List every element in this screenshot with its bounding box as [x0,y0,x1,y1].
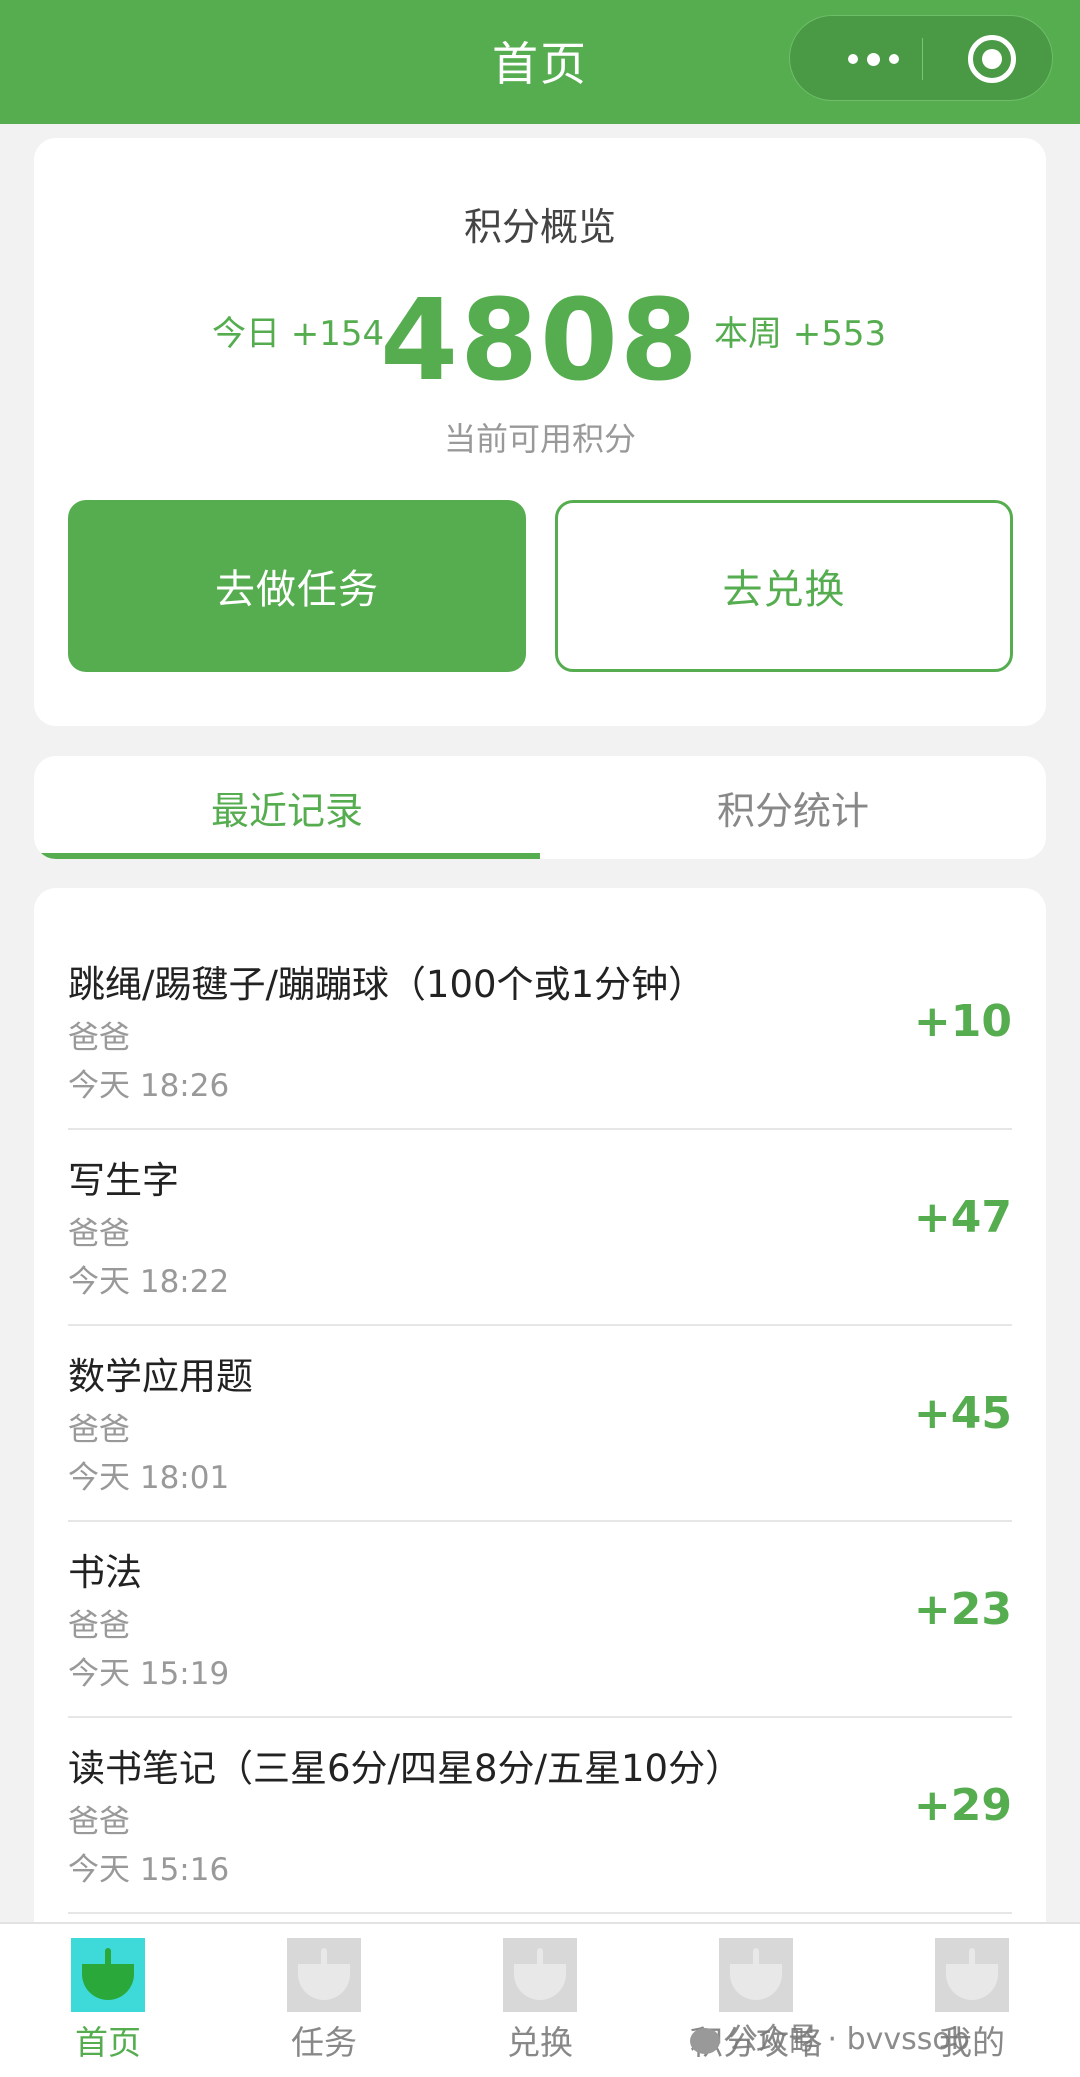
tabbar-item-tasks[interactable]: 任务 [216,1924,432,2077]
record-title: 跳绳/踢毽子/蹦蹦球（100个或1分钟） [68,963,706,1006]
capsule-divider [922,38,923,80]
overview-title: 积分概览 [463,205,616,249]
record-author: 爸爸 [68,1216,130,1252]
close-target-icon[interactable] [968,35,1016,83]
tabbar-label: 首页 [75,2023,141,2062]
watermark: 公众号 · bvvssob [690,2014,970,2058]
list-item[interactable]: 跳绳/踢毽子/蹦蹦球（100个或1分钟） 爸爸 今天 18:26 +10 [68,934,1046,1130]
exchange-button[interactable]: 去兑换 [555,500,1013,672]
record-tabs: 最近记录 积分统计 [34,756,1046,859]
more-options-icon[interactable] [818,16,928,102]
sprout-icon [71,1938,145,2012]
record-author: 爸爸 [68,1020,130,1056]
record-author: 爸爸 [68,1412,130,1448]
sprout-icon [935,1938,1009,2012]
record-time: 今天 15:19 [68,1656,230,1692]
record-time: 今天 15:16 [68,1852,230,1888]
divider [68,1912,1012,1914]
active-tab-indicator [34,853,540,859]
records-list[interactable]: 跳绳/踢毽子/蹦蹦球（100个或1分钟） 爸爸 今天 18:26 +10 写生字… [34,888,1046,1928]
record-author: 爸爸 [68,1804,130,1840]
points-overview-card: 积分概览 今日 +154 4808 本周 +553 当前可用积分 去做任务 去兑… [34,138,1046,726]
record-time: 今天 18:01 [68,1460,230,1496]
record-points: +47 [913,1192,1012,1243]
list-item[interactable]: 写生字 爸爸 今天 18:22 +47 [68,1130,1046,1326]
record-title: 写生字 [68,1159,179,1202]
tabbar-item-exchange[interactable]: 兑换 [432,1924,648,2077]
current-points-label: 当前可用积分 [443,420,636,458]
record-title: 数学应用题 [68,1355,253,1398]
sprout-icon [719,1938,793,2012]
do-task-button[interactable]: 去做任务 [68,500,526,672]
tab-points-stats[interactable]: 积分统计 [540,756,1046,859]
watermark-text: 公众号 · bvvssob [728,2022,970,2057]
list-item[interactable]: 数学应用题 爸爸 今天 18:01 +45 [68,1326,1046,1522]
current-points: 4808 [380,276,700,406]
tabbar-item-home[interactable]: 首页 [0,1924,216,2077]
tabbar-label: 兑换 [507,2023,573,2062]
list-item[interactable]: 书法 爸爸 今天 15:19 +23 [68,1522,1046,1718]
sprout-icon [287,1938,361,2012]
mini-program-capsule [789,15,1053,101]
wechat-logo-icon [690,2027,720,2054]
record-time: 今天 18:26 [68,1068,230,1104]
record-points: +10 [913,996,1012,1047]
record-time: 今天 18:22 [68,1264,230,1300]
record-points: +23 [913,1584,1012,1635]
record-title: 读书笔记（三星6分/四星8分/五星10分） [68,1747,743,1790]
tab-recent-records[interactable]: 最近记录 [34,756,540,859]
record-author: 爸爸 [68,1608,130,1644]
record-points: +45 [913,1388,1012,1439]
list-item[interactable]: 读书笔记（三星6分/四星8分/五星10分） 爸爸 今天 15:16 +29 [68,1718,1046,1914]
week-points: 本周 +553 [714,314,887,354]
record-points: +29 [913,1780,1012,1831]
nav-bar: 首页 [0,0,1080,124]
sprout-icon [503,1938,577,2012]
tabbar-label: 任务 [291,2023,357,2062]
record-title: 书法 [68,1551,142,1594]
